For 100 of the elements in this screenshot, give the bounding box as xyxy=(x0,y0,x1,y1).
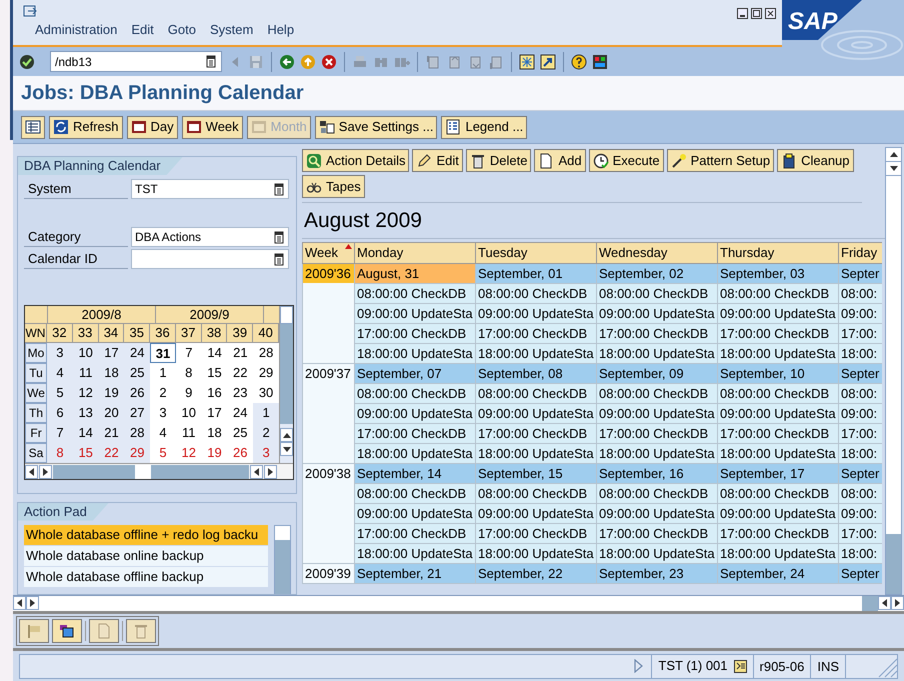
entry-cell[interactable]: 09:00: xyxy=(838,404,882,424)
entry-cell[interactable]: 09:00:00 UpdateSta xyxy=(476,304,596,324)
entry-cell[interactable]: 17:00:00 CheckDB xyxy=(596,324,718,344)
scroll-right-icon[interactable] xyxy=(30,599,35,607)
entry-cell[interactable]: 09:00:00 UpdateSta xyxy=(476,504,596,524)
toolbar-button[interactable]: Refresh xyxy=(49,116,123,138)
entry-cell[interactable]: 09:00:00 UpdateSta xyxy=(718,304,838,324)
date-cell[interactable]: September, 16 xyxy=(596,464,718,484)
entry-cell[interactable]: 09:00:00 UpdateSta xyxy=(476,404,596,424)
entry-cell[interactable]: 17:00: xyxy=(838,524,882,544)
scroll-left-icon[interactable] xyxy=(882,599,887,607)
calendar-day[interactable]: 1 xyxy=(253,403,279,423)
entry-cell[interactable]: 09:00:00 UpdateSta xyxy=(718,504,838,524)
date-cell[interactable]: September, 21 xyxy=(354,564,476,584)
date-cell[interactable]: September, 10 xyxy=(718,364,838,384)
calendar-day[interactable]: 14 xyxy=(72,423,99,443)
toolbar-button[interactable]: Week xyxy=(182,116,243,138)
scroll-left-icon[interactable] xyxy=(17,599,22,607)
scroll-left-icon[interactable] xyxy=(29,468,34,476)
list-item[interactable]: Whole database online backup xyxy=(24,546,268,566)
entry-cell[interactable]: 09:00:00 UpdateSta xyxy=(596,504,718,524)
entry-cell[interactable]: 08:00: xyxy=(838,384,882,404)
menu-item[interactable]: System xyxy=(210,20,254,40)
entry-cell[interactable]: 08:00:00 CheckDB xyxy=(718,484,838,504)
entry-cell[interactable]: 17:00:00 CheckDB xyxy=(354,324,476,344)
calendar-day[interactable]: 3 xyxy=(47,343,73,363)
entry-cell[interactable]: 08:00:00 CheckDB xyxy=(718,384,838,404)
minimize-button[interactable] xyxy=(737,8,748,19)
entry-cell[interactable]: 18:00:00 UpdateSta xyxy=(718,444,838,464)
toolbar-button[interactable] xyxy=(21,116,45,138)
week-number[interactable]: 32 xyxy=(46,324,73,343)
date-cell[interactable]: September, 14 xyxy=(354,464,476,484)
entry-cell[interactable]: 08:00:00 CheckDB xyxy=(596,384,718,404)
date-cell[interactable]: September, 22 xyxy=(476,564,596,584)
week-number[interactable]: 40 xyxy=(253,324,279,343)
entry-cell[interactable]: 09:00:00 UpdateSta xyxy=(354,404,476,424)
date-cell[interactable]: September, 09 xyxy=(596,364,718,384)
week-number[interactable]: 37 xyxy=(176,324,202,343)
calendar-day[interactable]: 13 xyxy=(72,403,99,423)
entry-cell[interactable]: 18:00:00 UpdateSta xyxy=(354,444,476,464)
entry-cell[interactable]: 09:00: xyxy=(838,504,882,524)
entry-cell[interactable]: 18:00:00 UpdateSta xyxy=(476,444,596,464)
vertical-scrollbar[interactable] xyxy=(274,524,291,594)
shortcut-icon[interactable] xyxy=(540,54,556,70)
menu-item[interactable]: Goto xyxy=(168,20,196,40)
calendar-day[interactable]: 31 xyxy=(150,343,176,363)
entry-cell[interactable]: 08:00:00 CheckDB xyxy=(354,284,476,304)
menu-item[interactable]: Help xyxy=(267,20,294,40)
scroll-left-icon[interactable] xyxy=(254,468,259,476)
entry-cell[interactable]: 17:00:00 CheckDB xyxy=(476,324,596,344)
scroll-up-icon[interactable] xyxy=(282,432,290,438)
toolbar-button[interactable]: Legend ... xyxy=(441,116,528,138)
scroll-right-icon[interactable] xyxy=(43,468,48,476)
date-cell[interactable]: Septer xyxy=(838,264,882,284)
entry-cell[interactable]: 17:00:00 CheckDB xyxy=(596,424,718,444)
toolbar-button[interactable]: Cleanup xyxy=(777,149,854,172)
entry-cell[interactable]: 17:00:00 CheckDB xyxy=(718,324,838,344)
date-cell[interactable]: September, 01 xyxy=(476,264,596,284)
session-list-icon[interactable] xyxy=(734,660,747,672)
toolbar-button[interactable]: Delete xyxy=(466,149,532,172)
week-number[interactable]: 39 xyxy=(227,324,254,343)
calendar-day[interactable]: 17 xyxy=(98,343,124,363)
date-cell[interactable]: September, 24 xyxy=(718,564,838,584)
calendar-day[interactable]: 11 xyxy=(72,363,99,383)
date-cell[interactable]: September, 08 xyxy=(476,364,596,384)
layout-icon[interactable] xyxy=(592,54,608,70)
toolbar-button[interactable]: Edit xyxy=(412,149,463,172)
list-item[interactable]: Whole database offline backup xyxy=(24,566,268,587)
entry-cell[interactable]: 17:00:00 CheckDB xyxy=(354,524,476,544)
calendar-day[interactable]: 29 xyxy=(124,443,150,463)
week-number[interactable]: 36 xyxy=(150,324,176,343)
calendar-day[interactable]: 28 xyxy=(124,423,150,443)
check-icon[interactable] xyxy=(19,54,35,70)
calendar-day[interactable]: 20 xyxy=(98,403,124,423)
toolbar-button[interactable]: Action Details xyxy=(302,149,410,172)
toolbar-button[interactable]: Day xyxy=(126,116,178,138)
date-cell[interactable]: September, 02 xyxy=(596,264,718,284)
calendar-day[interactable]: 6 xyxy=(47,403,73,423)
scroll-down-icon[interactable] xyxy=(890,166,898,171)
week-cell[interactable]: 2009'39 xyxy=(302,564,354,584)
entry-cell[interactable]: 18:00: xyxy=(838,444,882,464)
list-item[interactable]: Whole database offline + redo log backu xyxy=(24,524,268,545)
column-header[interactable]: Friday xyxy=(838,242,882,264)
command-field[interactable]: /ndb13 xyxy=(50,51,222,72)
calendar-day[interactable]: 24 xyxy=(124,343,150,363)
entry-cell[interactable]: 08:00:00 CheckDB xyxy=(354,484,476,504)
column-header[interactable]: Tuesday xyxy=(476,242,596,264)
entry-cell[interactable]: 17:00:00 CheckDB xyxy=(596,524,718,544)
menu-item[interactable]: Edit xyxy=(131,20,154,40)
dropdown-field[interactable]: TST xyxy=(131,179,289,199)
calendar-day[interactable]: 26 xyxy=(124,383,150,403)
toolbar-button[interactable]: Pattern Setup xyxy=(666,149,774,172)
entry-cell[interactable]: 09:00:00 UpdateSta xyxy=(354,304,476,324)
entry-cell[interactable]: 18:00:00 UpdateSta xyxy=(476,344,596,364)
scrollbar-thumb[interactable] xyxy=(886,534,901,594)
date-cell[interactable]: Septer xyxy=(838,564,882,584)
date-cell[interactable]: September, 17 xyxy=(718,464,838,484)
date-cell[interactable]: September, 07 xyxy=(354,364,476,384)
cancel-icon[interactable] xyxy=(321,54,337,70)
calendar-day[interactable]: 15 xyxy=(72,443,99,463)
